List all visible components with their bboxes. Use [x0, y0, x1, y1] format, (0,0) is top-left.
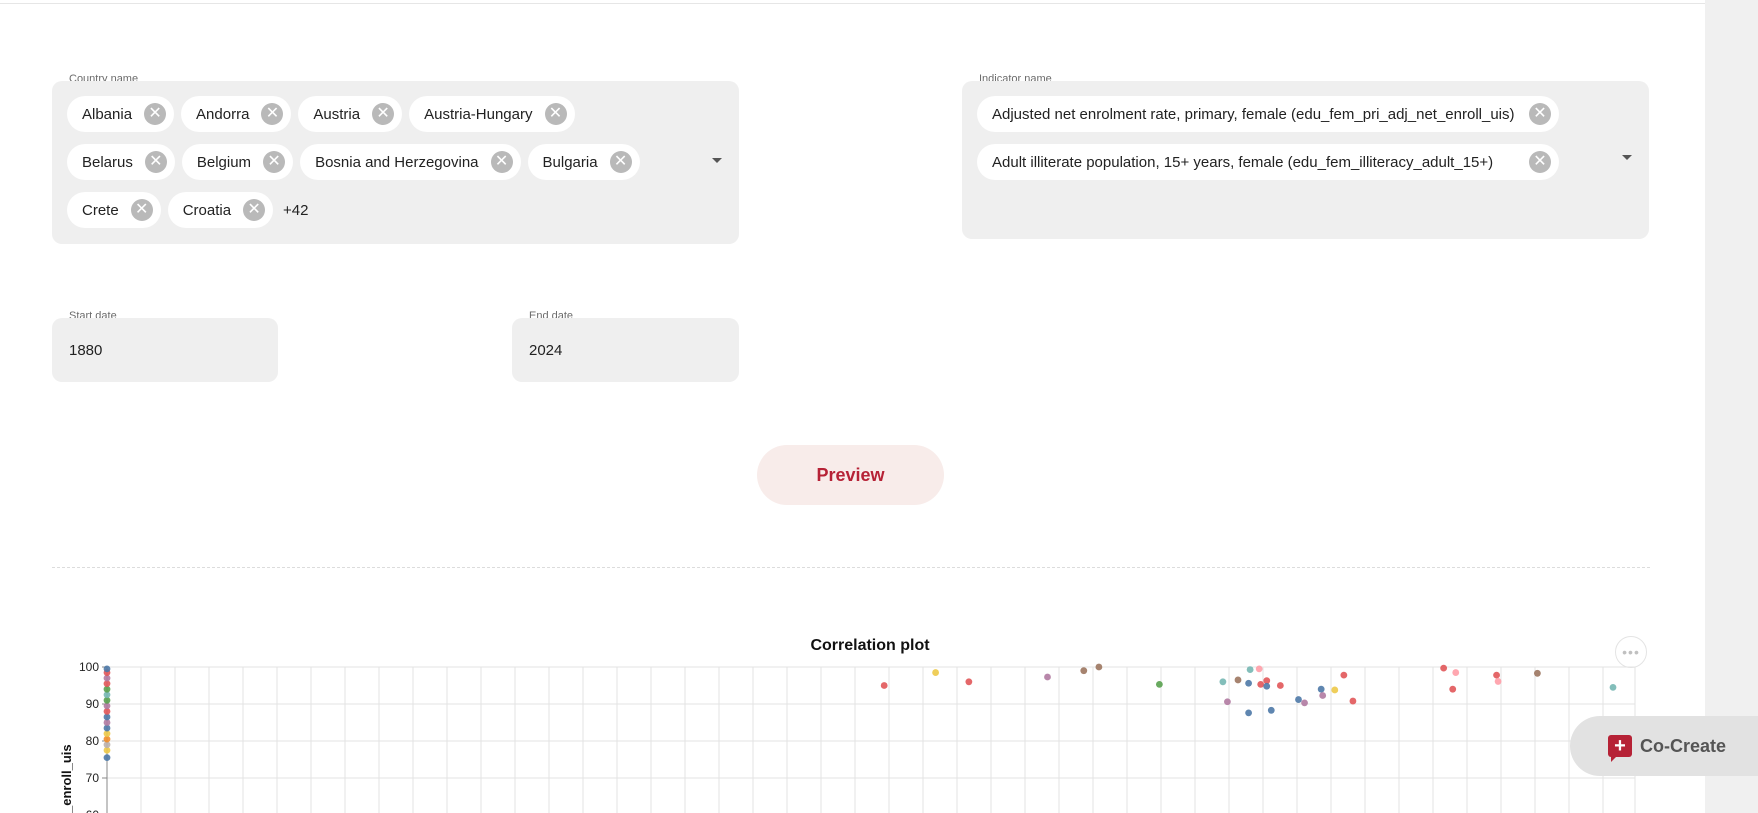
data-point	[880, 682, 888, 689]
data-point	[1219, 678, 1227, 686]
data-point	[1493, 671, 1500, 679]
data-point	[932, 669, 940, 676]
data-point	[1609, 683, 1617, 691]
data-point	[1440, 664, 1448, 672]
data-point	[1449, 685, 1457, 693]
data-point	[1452, 669, 1460, 676]
data-point	[1255, 665, 1263, 673]
y-axis-title: _enroll_uis	[59, 744, 74, 813]
data-point	[103, 665, 111, 673]
cocreate-button[interactable]: + Co-Create	[1570, 716, 1758, 776]
data-point	[1276, 682, 1284, 689]
data-point	[1267, 706, 1275, 714]
correlation-plot: 100 90 80 70 60 _enroll_uis	[59, 660, 1636, 813]
data-point	[1095, 663, 1103, 671]
data-point	[1044, 673, 1051, 681]
data-point	[1263, 682, 1271, 690]
data-point	[1245, 709, 1252, 717]
data-point	[1301, 699, 1308, 707]
y-tick-label: 90	[86, 697, 100, 711]
data-point	[1494, 678, 1502, 685]
y-tick-label: 70	[86, 771, 100, 785]
data-point	[1533, 669, 1541, 677]
plus-comment-icon: +	[1608, 735, 1632, 762]
data-point	[1319, 692, 1327, 699]
data-point	[1340, 671, 1348, 679]
data-point	[1245, 679, 1252, 687]
data-point	[1331, 686, 1339, 694]
data-point	[1317, 685, 1325, 693]
page-scrollbar-track[interactable]	[1705, 0, 1758, 813]
data-point	[1349, 697, 1357, 705]
data-point	[103, 754, 111, 762]
data-point	[1246, 666, 1254, 673]
y-tick-label: 80	[86, 734, 100, 748]
data-point	[965, 678, 973, 686]
cocreate-label: Co-Create	[1640, 735, 1727, 756]
data-point	[1080, 667, 1088, 675]
data-point	[1234, 676, 1242, 684]
data-point	[1295, 696, 1302, 703]
data-point	[1257, 680, 1265, 688]
data-point	[1155, 680, 1163, 688]
y-tick-label: 60	[86, 808, 100, 813]
y-tick-label: 100	[79, 660, 99, 674]
data-point	[1224, 698, 1231, 706]
